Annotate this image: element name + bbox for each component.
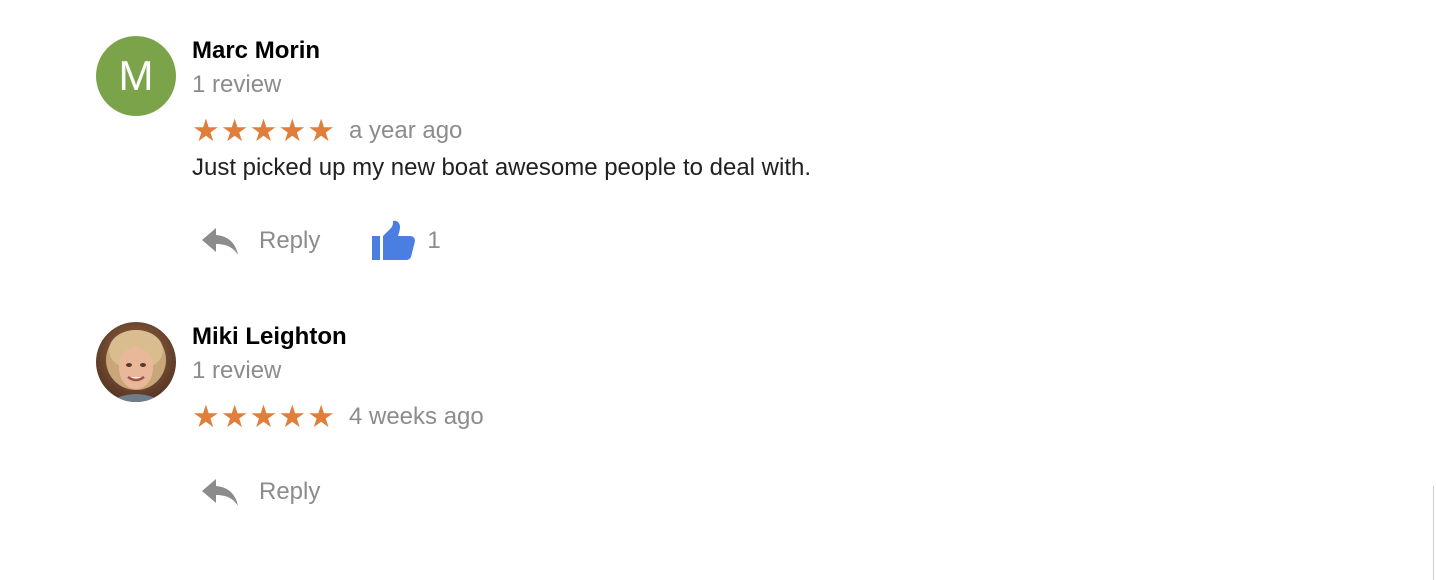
review-actions: Reply	[192, 469, 320, 515]
reviews-page: M Marc Morin 1 review ★ ★ ★ ★ ★ a year a…	[0, 0, 1436, 580]
review-content: Marc Morin 1 review ★ ★ ★ ★ ★ a year ago…	[192, 36, 1292, 260]
profile-photo-icon	[96, 322, 176, 402]
review-actions: Reply 1	[192, 218, 441, 264]
reply-button[interactable]: Reply	[192, 226, 320, 256]
reviewer-review-count[interactable]: 1 review	[192, 70, 1292, 100]
rating-row: ★ ★ ★ ★ ★ 4 weeks ago	[192, 400, 1292, 434]
star-icon: ★	[220, 113, 249, 148]
star-icon: ★	[278, 399, 307, 434]
reply-label: Reply	[259, 478, 321, 505]
avatar[interactable]: M	[96, 36, 176, 116]
review-time: 4 weeks ago	[348, 403, 484, 430]
star-icon: ★	[249, 399, 278, 434]
star-rating: ★ ★ ★ ★ ★	[192, 399, 336, 434]
reviewer-review-count[interactable]: 1 review	[192, 356, 1292, 386]
reply-button[interactable]: Reply	[192, 477, 320, 507]
review-text: Just picked up my new boat awesome peopl…	[192, 154, 812, 181]
reply-icon	[202, 228, 238, 255]
rating-row: ★ ★ ★ ★ ★ a year ago	[192, 114, 1292, 148]
reply-label: Reply	[259, 227, 321, 254]
like-button[interactable]: 1	[370, 220, 441, 262]
reviewer-name[interactable]: Marc Morin	[192, 36, 1292, 66]
star-icon: ★	[249, 113, 278, 148]
avatar[interactable]	[96, 322, 176, 402]
thumbs-up-icon	[372, 220, 416, 260]
star-icon: ★	[220, 399, 249, 434]
star-icon: ★	[192, 113, 220, 148]
like-count: 1	[427, 227, 441, 254]
review-content: Miki Leighton 1 review ★ ★ ★ ★ ★ 4 weeks…	[192, 322, 1292, 506]
reply-icon	[202, 479, 238, 506]
avatar-letter: M	[118, 52, 154, 99]
star-rating: ★ ★ ★ ★ ★	[192, 113, 336, 148]
star-icon: ★	[307, 399, 335, 434]
star-icon: ★	[192, 399, 220, 434]
reviewer-name[interactable]: Miki Leighton	[192, 322, 1292, 352]
star-icon: ★	[307, 113, 335, 148]
review-time: a year ago	[348, 117, 463, 144]
star-icon: ★	[278, 113, 307, 148]
scrollbar-edge	[1433, 486, 1434, 580]
